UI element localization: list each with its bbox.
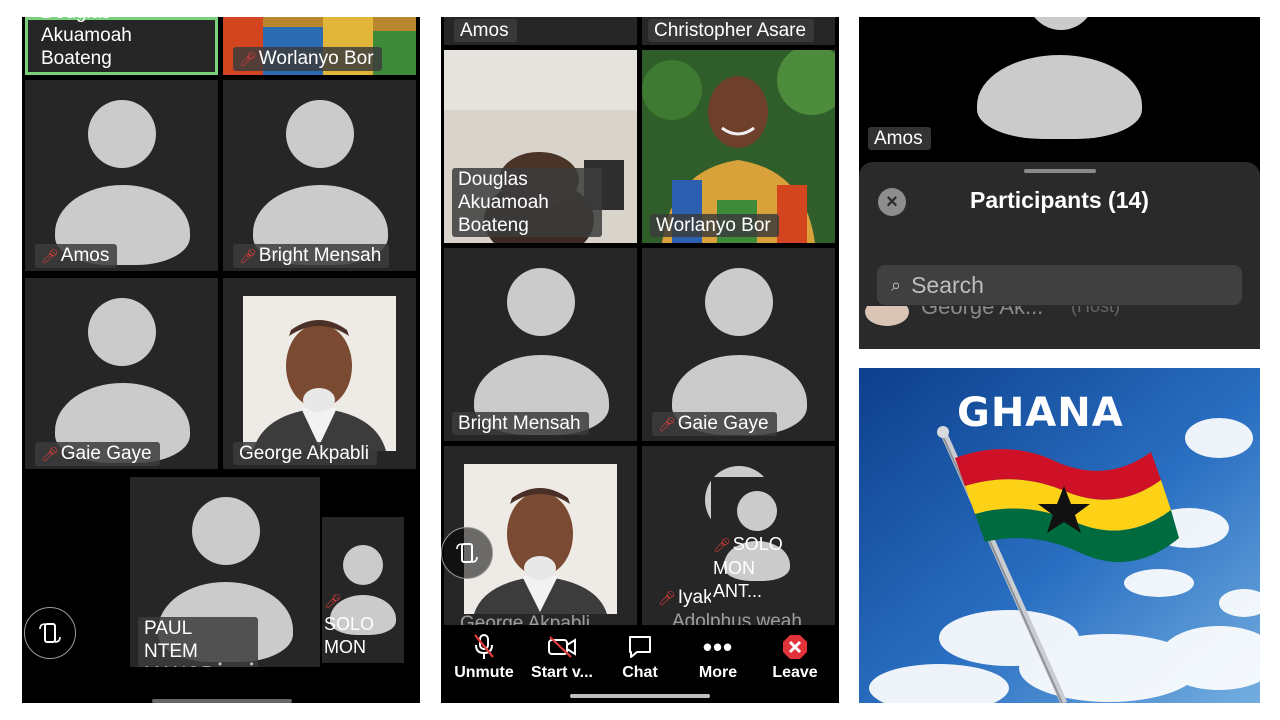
participant-name: Douglas Akuamoah Boateng — [452, 168, 602, 237]
more-dots-icon: ••• — [702, 631, 734, 662]
participant-row[interactable]: George Ak... (Host) — [859, 306, 1260, 336]
ghana-caption: GHANA — [957, 390, 1124, 436]
participant-name-label: 🎤︎ Worlanyo Bor — [233, 47, 382, 71]
more-button[interactable]: ••• More — [678, 631, 758, 682]
video-tile-bright[interactable]: Bright Mensah — [444, 248, 637, 441]
search-input[interactable] — [911, 271, 1192, 299]
video-tile-bright[interactable]: 🎤︎ Bright Mensah — [223, 80, 416, 271]
rotate-screen-icon — [39, 623, 61, 643]
video-tile-christopher[interactable]: Christopher Asare — [642, 17, 835, 45]
video-off-icon — [522, 633, 602, 661]
avatar-head — [286, 100, 354, 168]
avatar — [865, 306, 909, 326]
home-indicator — [570, 694, 710, 698]
participant-name: Christopher Asare — [648, 19, 815, 42]
participant-name: Douglas Akuamoah Boateng — [41, 17, 132, 69]
avatar-head — [737, 491, 777, 531]
video-tile-douglas[interactable]: Douglas Akuamoah Boateng — [444, 50, 637, 243]
home-indicator — [152, 699, 292, 703]
host-badge: (Host) — [1071, 306, 1120, 316]
mic-muted-icon: 🎤︎ — [41, 248, 59, 264]
participant-name: Amos — [454, 19, 517, 42]
leave-button[interactable]: Leave — [755, 633, 835, 682]
mic-muted-icon: 🎤︎ — [41, 446, 59, 462]
participant-row-name: George Ak... — [921, 306, 1044, 319]
participant-photo — [243, 296, 396, 451]
participant-name: Bright Mensah — [452, 412, 589, 435]
avatar-head — [705, 268, 773, 336]
video-tile-solo-pip[interactable]: 🎤︎SOLO MON ANT... — [322, 517, 404, 663]
search-field[interactable]: ⌕ — [877, 265, 1242, 305]
avatar-head — [507, 268, 575, 336]
mic-muted-icon: 🎤︎ — [239, 51, 257, 67]
participant-name: Worlanyo Bor — [650, 214, 779, 237]
video-tile-worlanyo[interactable]: 🎤︎ Worlanyo Bor — [223, 17, 416, 75]
video-tile-gaie[interactable]: 🎤︎ Gaie Gaye — [25, 278, 218, 469]
avatar-head — [88, 100, 156, 168]
video-tile-solo-pip[interactable]: 🎤︎SOLO MON ANT... — [711, 477, 803, 607]
rotate-screen-button[interactable] — [24, 607, 76, 659]
participant-name: Adolphus weah — [672, 611, 802, 626]
chat-button[interactable]: Chat — [600, 633, 680, 682]
avatar-head — [1027, 17, 1095, 30]
participant-name: George Akpabli — [460, 613, 590, 626]
video-tile-douglas[interactable]: Douglas Akuamoah Boateng — [25, 17, 218, 75]
search-icon: ⌕ — [891, 274, 902, 295]
avatar-body — [977, 55, 1142, 139]
video-tile-worlanyo[interactable]: Worlanyo Bor — [642, 50, 835, 243]
avatar-head — [192, 497, 260, 565]
video-tile-gaie[interactable]: 🎤︎ Gaie Gaye — [642, 248, 835, 441]
video-grid-panel-1: Douglas Akuamoah Boateng 🎤︎Worlanyo Bor … — [22, 17, 420, 703]
participant-name-label: 🎤︎SOLO MON ANT... — [713, 534, 783, 601]
rotate-screen-icon — [456, 543, 478, 563]
participants-title: Participants (14) — [970, 187, 1149, 213]
rotate-screen-button[interactable] — [441, 527, 493, 579]
page-dots: • • — [218, 657, 266, 671]
video-tile-amos[interactable]: Amos — [444, 17, 637, 45]
participant-name-label: 🎤︎ Gaie Gaye — [35, 442, 160, 466]
participant-name-label: 🎤︎ Bright Mensah — [233, 244, 390, 268]
participant-name-label: 🎤︎ Gaie Gaye — [652, 412, 777, 436]
video-tile-george[interactable]: George Akpabli — [223, 278, 416, 469]
mic-muted-icon: 🎤︎ — [324, 593, 342, 609]
chat-bubble-icon — [600, 633, 680, 661]
participant-name-label: 🎤︎ Amos — [35, 244, 118, 268]
meeting-toolbar: Unmute Start v... Chat ••• More Leave — [441, 625, 839, 703]
avatar-head — [343, 545, 383, 585]
participants-sheet: × Participants (14) ⌕ George Ak... (Host… — [859, 162, 1260, 349]
participant-name-label: 🎤︎SOLO MON ANT... — [324, 593, 375, 663]
microphone-off-icon — [444, 633, 524, 661]
video-tile-paul[interactable]: PAUL NTEM MANOR — [130, 477, 320, 667]
video-grid-panel-2: Amos Christopher Asare Douglas Akuamoah … — [441, 17, 839, 703]
participant-name: Amos — [868, 127, 931, 150]
unmute-button[interactable]: Unmute — [444, 633, 524, 682]
mic-muted-icon: 🎤︎ — [658, 416, 676, 432]
video-tile-amos[interactable]: Amos — [859, 17, 1260, 162]
start-video-button[interactable]: Start v... — [522, 633, 602, 682]
mic-muted-icon: 🎤︎ — [239, 248, 257, 264]
leave-icon — [755, 633, 835, 661]
participants-panel: Amos × Participants (14) ⌕ George Ak... … — [859, 17, 1260, 349]
participant-name-label: George Akpabli — [233, 442, 377, 465]
avatar-head — [88, 298, 156, 366]
video-tile-amos[interactable]: 🎤︎ Amos — [25, 80, 218, 271]
sheet-grab-handle[interactable] — [1023, 169, 1096, 173]
mic-muted-icon: 🎤︎ — [658, 590, 676, 606]
mic-muted-icon: 🎤︎ — [713, 537, 731, 553]
ghana-flag-image: GHANA — [859, 368, 1260, 703]
